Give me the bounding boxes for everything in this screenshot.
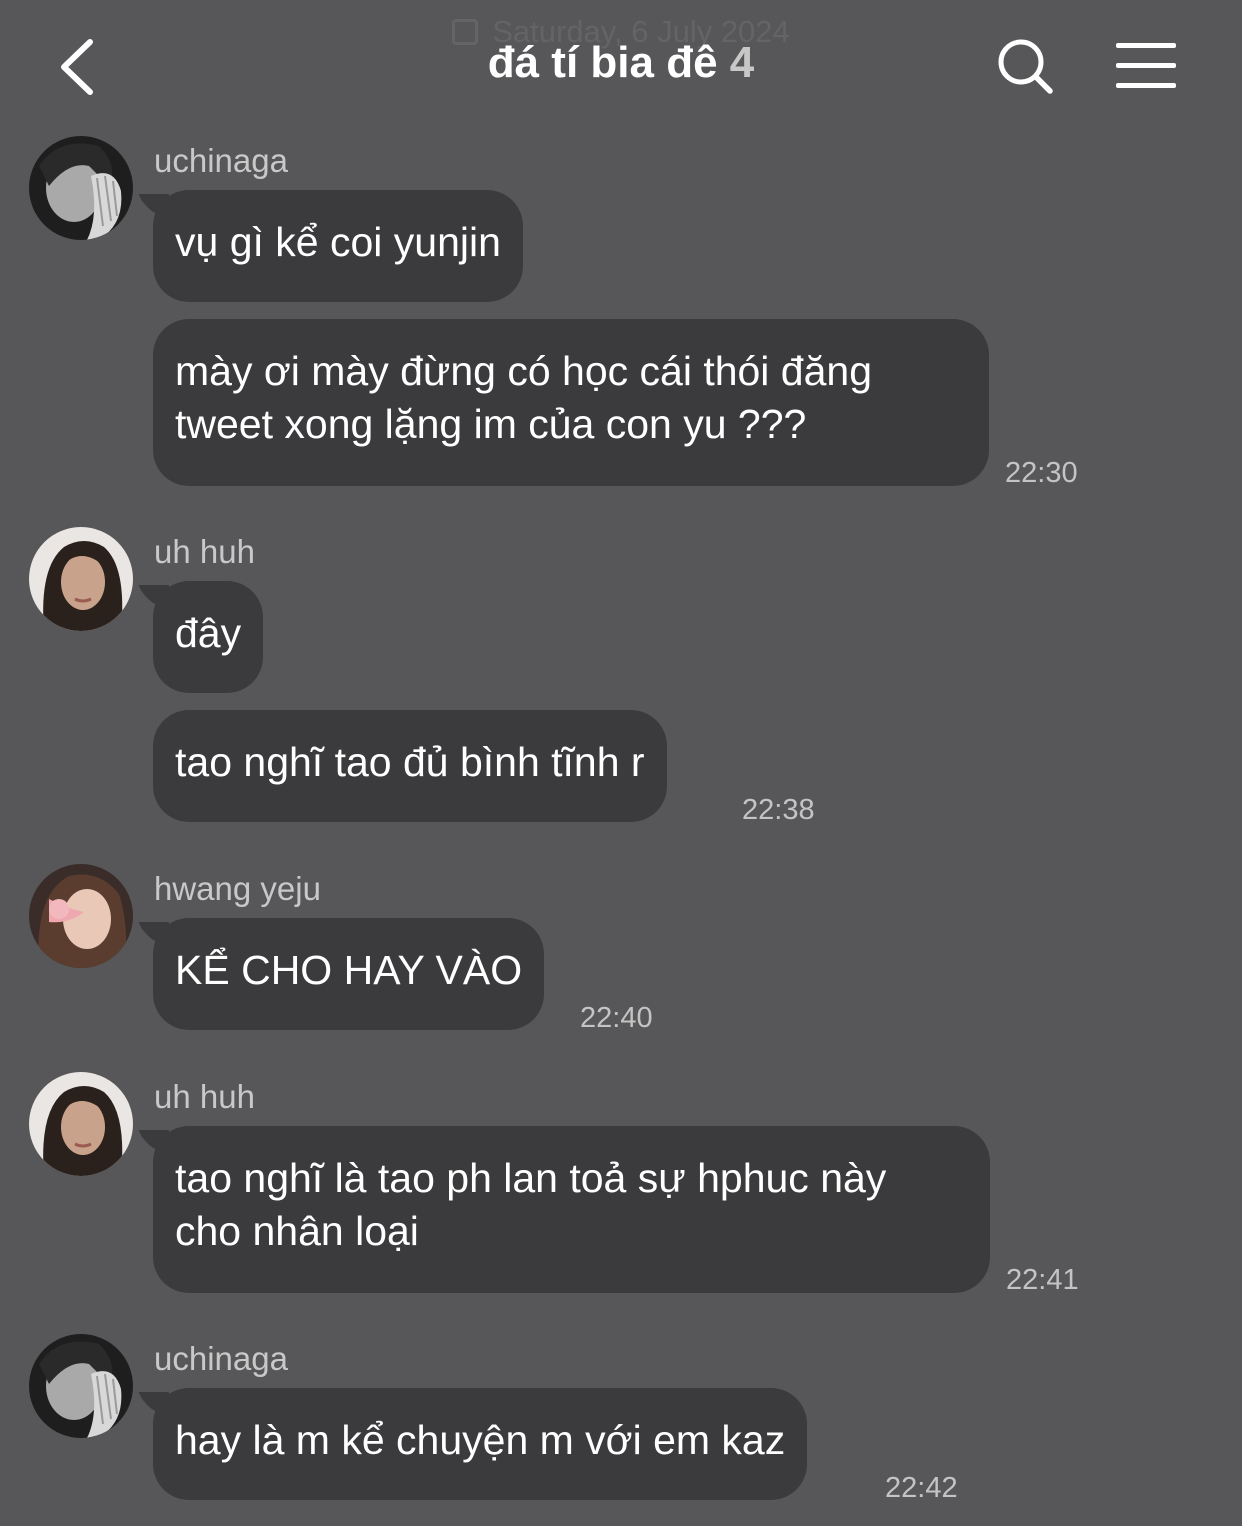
sender-name: uh huh (154, 533, 255, 570)
chat-header: đá tí bia đê 4 (0, 0, 1242, 135)
message-bubble[interactable]: hay là m kể chuyện m với em kaz (153, 1388, 808, 1500)
message-bubble[interactable]: vụ gì kể coi yunjin (153, 190, 523, 302)
message-bubble[interactable]: mày ơi mày đừng có học cái thói đăng twe… (153, 319, 989, 486)
message-bubble[interactable]: tao nghĩ tao đủ bình tĩnh r (153, 710, 667, 822)
message-bubble[interactable]: đây (153, 581, 264, 693)
member-count: 4 (729, 38, 755, 87)
avatar[interactable] (29, 527, 133, 631)
message-bubble[interactable]: tao nghĩ là tao ph lan toả sự hphuc này … (153, 1126, 990, 1293)
avatar[interactable] (29, 1334, 133, 1438)
sender-name: uchinaga (154, 1340, 288, 1377)
chat-title-text: đá tí bia đê (487, 38, 718, 87)
message-time: 22:30 (1005, 457, 1078, 489)
sender-name: hwang yeju (154, 870, 321, 907)
search-icon[interactable] (996, 38, 1056, 98)
message-time: 22:38 (742, 794, 815, 826)
avatar[interactable] (29, 864, 133, 968)
avatar[interactable] (29, 136, 133, 240)
sender-name: uh huh (154, 1078, 255, 1115)
hamburger-menu-icon[interactable] (1114, 40, 1178, 90)
avatar[interactable] (29, 1072, 133, 1176)
sender-name: uchinaga (154, 142, 288, 179)
message-bubble[interactable]: KỂ CHO HAY VÀO (153, 918, 545, 1030)
message-time: 22:40 (580, 1002, 653, 1034)
message-time: 22:42 (885, 1472, 958, 1504)
message-time: 22:41 (1006, 1264, 1079, 1296)
